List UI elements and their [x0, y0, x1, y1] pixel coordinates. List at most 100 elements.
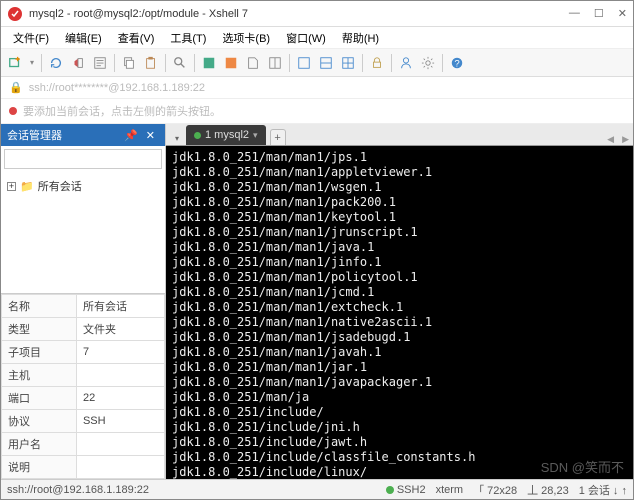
lock-icon: 🔒: [9, 81, 23, 94]
prop-value: [76, 433, 164, 456]
address-bar: 🔒 ssh://root********@192.168.1.189:22: [1, 77, 633, 99]
prop-key: 主机: [2, 364, 77, 387]
menu-tools[interactable]: 工具(T): [164, 28, 212, 48]
menu-tab[interactable]: 选项卡(B): [216, 28, 276, 48]
prop-key: 说明: [2, 456, 77, 479]
new-tab-button[interactable]: +: [270, 129, 286, 145]
led-icon: [386, 486, 394, 494]
tab-close-icon[interactable]: ▾: [253, 130, 258, 141]
session-manager-panel: 会话管理器 📌 ✕ + 📁 所有会话 名称所有会话类型文件夹子项目7主机端口22…: [1, 124, 166, 479]
file-button[interactable]: [243, 53, 263, 73]
prop-key: 端口: [2, 387, 77, 410]
title-bar: mysql2 - root@mysql2:/opt/module - Xshel…: [1, 1, 633, 27]
menu-view[interactable]: 查看(V): [112, 28, 161, 48]
tabs-dropdown-icon[interactable]: ▾: [170, 131, 184, 145]
layout3-button[interactable]: [338, 53, 358, 73]
layout2-button[interactable]: [316, 53, 336, 73]
separator: [289, 54, 290, 72]
bookmark-icon: [9, 107, 17, 115]
find-button[interactable]: [170, 53, 190, 73]
separator: [165, 54, 166, 72]
tab-label: 1 mysql2: [205, 129, 249, 141]
prop-key: 类型: [2, 318, 77, 341]
lock-button[interactable]: [367, 53, 387, 73]
menu-bar: 文件(F) 编辑(E) 查看(V) 工具(T) 选项卡(B) 窗口(W) 帮助(…: [1, 27, 633, 49]
status-bar: ssh://root@192.168.1.189:22 SSH2 xterm 「…: [1, 479, 633, 499]
separator: [114, 54, 115, 72]
disconnect-button[interactable]: [68, 53, 88, 73]
prop-value: 7: [76, 341, 164, 364]
settings-button[interactable]: [418, 53, 438, 73]
menu-window[interactable]: 窗口(W): [280, 28, 332, 48]
paste-button[interactable]: [141, 53, 161, 73]
new-session-button[interactable]: [5, 53, 25, 73]
status-pos: 丄 28,23: [527, 482, 569, 498]
status-connection: ssh://root@192.168.1.189:22: [7, 484, 149, 496]
menu-file[interactable]: 文件(F): [7, 28, 55, 48]
tab-mysql2[interactable]: 1 mysql2 ▾: [186, 125, 266, 145]
address-text: ssh://root********@192.168.1.189:22: [29, 82, 205, 94]
color1-button[interactable]: [199, 53, 219, 73]
copy-button[interactable]: [119, 53, 139, 73]
panel-close-icon[interactable]: ✕: [142, 129, 159, 142]
tab-nav-right-icon[interactable]: ▶: [618, 134, 633, 145]
maximize-button[interactable]: ☐: [594, 7, 604, 20]
prop-row: 子项目7: [2, 341, 165, 364]
expand-icon[interactable]: +: [7, 182, 16, 191]
tab-nav-left-icon[interactable]: ◀: [603, 134, 618, 145]
prop-row: 名称所有会话: [2, 295, 165, 318]
separator: [41, 54, 42, 72]
prop-value: [76, 456, 164, 479]
toolbar: ▾ ?: [1, 49, 633, 77]
menu-help[interactable]: 帮助(H): [336, 28, 385, 48]
folder-icon: 📁: [20, 180, 34, 193]
session-manager-title: 会话管理器: [7, 127, 62, 143]
prop-key: 协议: [2, 410, 77, 433]
separator: [391, 54, 392, 72]
terminal-output[interactable]: jdk1.8.0_251/man/man1/jps.1 jdk1.8.0_251…: [166, 146, 633, 479]
tree-root-item[interactable]: + 📁 所有会话: [7, 176, 159, 196]
svg-text:?: ?: [454, 58, 459, 69]
minimize-button[interactable]: —: [569, 7, 580, 20]
prop-row: 端口22: [2, 387, 165, 410]
prop-value: SSH: [76, 410, 164, 433]
help-button[interactable]: ?: [447, 53, 467, 73]
separator: [362, 54, 363, 72]
properties-table: 名称所有会话类型文件夹子项目7主机端口22协议SSH用户名说明: [1, 293, 165, 479]
close-button[interactable]: ✕: [618, 7, 627, 20]
prop-row: 主机: [2, 364, 165, 387]
pin-icon[interactable]: 📌: [120, 129, 142, 142]
prop-key: 用户名: [2, 433, 77, 456]
window-title: mysql2 - root@mysql2:/opt/module - Xshel…: [29, 8, 569, 20]
layout1-button[interactable]: [294, 53, 314, 73]
toolbar-dropdown-icon[interactable]: ▾: [27, 53, 37, 73]
prop-value: 所有会话: [76, 295, 164, 318]
status-sessions: 1 会话 ↓ ↑: [579, 482, 627, 498]
prop-key: 子项目: [2, 341, 77, 364]
reconnect-button[interactable]: [46, 53, 66, 73]
user-button[interactable]: [396, 53, 416, 73]
prop-key: 名称: [2, 295, 77, 318]
split-button[interactable]: [265, 53, 285, 73]
color2-button[interactable]: [221, 53, 241, 73]
status-size: 「 72x28: [473, 482, 517, 498]
tip-text: 要添加当前会话，点击左侧的箭头按钮。: [23, 103, 221, 119]
prop-row: 说明: [2, 456, 165, 479]
prop-row: 类型文件夹: [2, 318, 165, 341]
status-ssh: SSH2: [386, 484, 426, 496]
menu-edit[interactable]: 编辑(E): [59, 28, 108, 48]
properties-button[interactable]: [90, 53, 110, 73]
app-logo-icon: [7, 6, 23, 22]
session-search-input[interactable]: [4, 149, 162, 169]
status-term: xterm: [436, 484, 464, 496]
session-manager-header: 会话管理器 📌 ✕: [1, 124, 165, 146]
prop-value: 文件夹: [76, 318, 164, 341]
session-tree[interactable]: + 📁 所有会话: [1, 172, 165, 293]
tip-bar: 要添加当前会话，点击左侧的箭头按钮。: [1, 99, 633, 124]
separator: [442, 54, 443, 72]
prop-row: 协议SSH: [2, 410, 165, 433]
separator: [194, 54, 195, 72]
prop-value: 22: [76, 387, 164, 410]
prop-value: [76, 364, 164, 387]
connected-icon: [194, 132, 201, 139]
